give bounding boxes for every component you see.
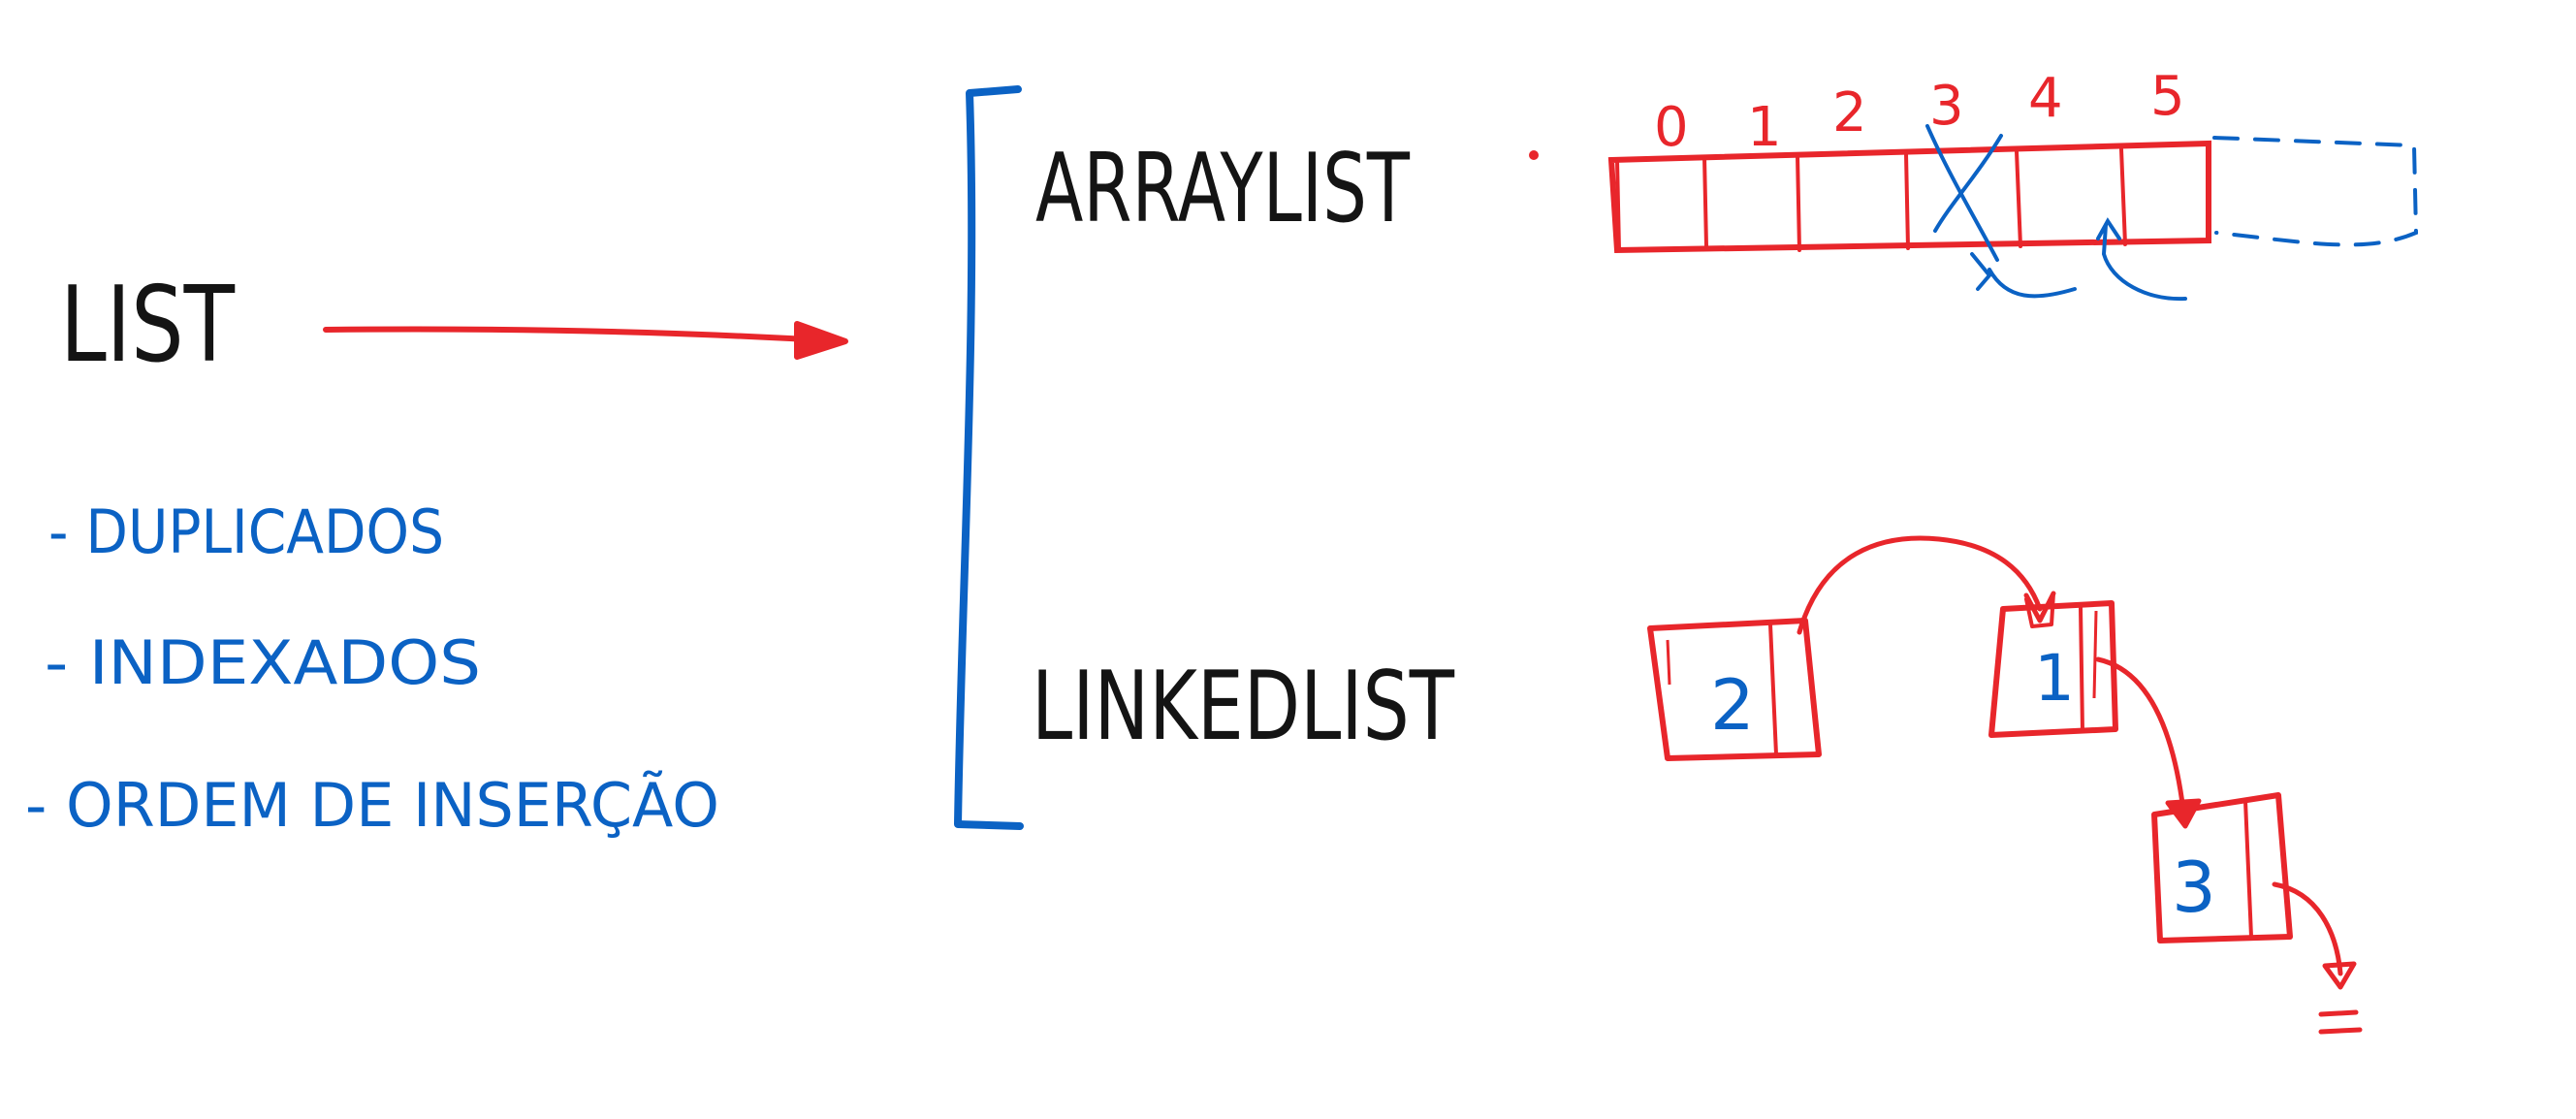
- linkedlist-title: LINKEDLIST: [1032, 652, 1455, 762]
- whiteboard-canvas: LIST - DUPLICADOS - INDEXADOS - ORDEM DE…: [25, 65, 2419, 1035]
- array-index: 1: [1747, 96, 1782, 159]
- arraylist-title: ARRAYLIST: [1035, 134, 1411, 244]
- feature-duplicados: - DUPLICADOS: [48, 496, 444, 567]
- array-index: 4: [2028, 67, 2063, 130]
- array-index: 5: [2150, 65, 2185, 128]
- array-index: 2: [1832, 81, 1867, 144]
- feature-ordem-de-insercao: - ORDEM DE INSERÇÃO: [25, 770, 719, 841]
- array-index: 0: [1654, 96, 1689, 159]
- node-value: 2: [1710, 664, 1755, 746]
- blue-bracket: [954, 85, 1024, 830]
- feature-indexados: - INDEXADOS: [45, 627, 481, 698]
- list-title: LIST: [60, 265, 236, 386]
- node-value: 1: [2034, 641, 2075, 716]
- array-index: 3: [1929, 75, 1964, 138]
- list-arrow: [323, 321, 848, 360]
- array-extension-dashed: [2212, 136, 2419, 247]
- node-value: 3: [2172, 847, 2216, 928]
